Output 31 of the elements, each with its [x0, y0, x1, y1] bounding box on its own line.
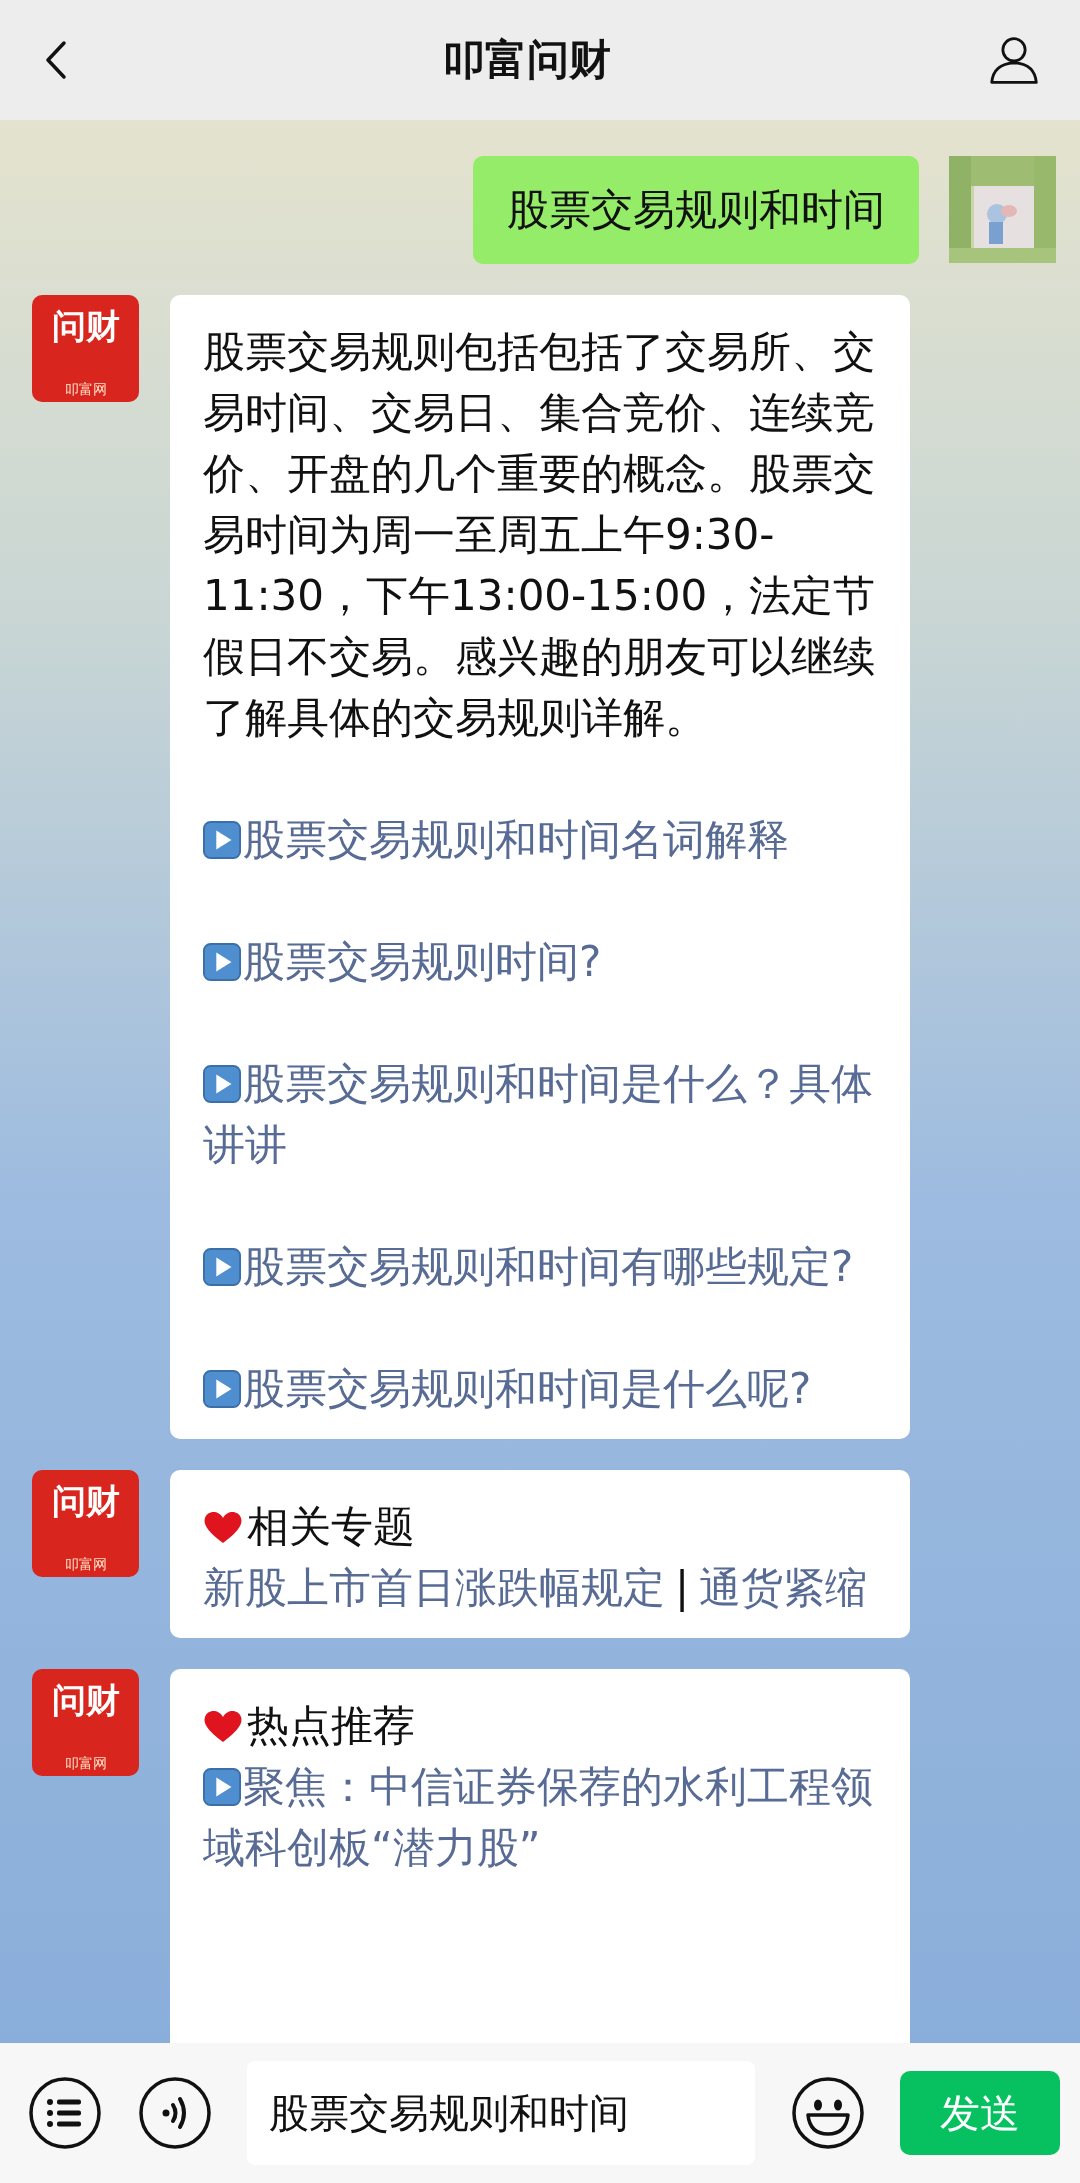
avatar-logo-subtext: 叩富网: [64, 1756, 107, 1770]
section-title: 热点推荐: [247, 1700, 415, 1752]
question-link[interactable]: 股票交易规则和时间是什么？具体讲讲: [203, 1053, 880, 1175]
play-icon: [203, 821, 241, 859]
play-icon: [203, 1768, 241, 1806]
play-icon: [203, 1370, 241, 1408]
avatar-logo-subtext: 叩富网: [64, 1557, 107, 1571]
voice-icon[interactable]: [137, 2076, 212, 2150]
question-link[interactable]: 股票交易规则和时间有哪些规定?: [203, 1236, 880, 1297]
play-icon: [203, 943, 241, 981]
question-link[interactable]: 股票交易规则和时间名词解释: [203, 809, 880, 870]
sent-message: 股票交易规则和时间: [473, 156, 919, 264]
topic-link[interactable]: 新股上市首日涨跌幅规定: [203, 1563, 665, 1612]
menu-icon[interactable]: [28, 2076, 102, 2150]
avatar-logo-text: 问财: [51, 309, 120, 343]
message-input[interactable]: 股票交易规则和时间: [247, 2061, 755, 2165]
chat-title: 叩富问财: [443, 34, 611, 86]
news-link[interactable]: 聚焦：中信证券保荐的水利工程领域科创板“潜力股”: [203, 1756, 880, 1878]
answer-text: 股票交易规则包括包括了交易所、交易时间、交易日、集合竞价、连续竞价、开盘的几个重要的概念。股票交易时间为周一至周五上午9:30-11:30，下午13:00-15:00，法定节假日不交易。感兴趣的朋友可以继续了解具体的交易规则详解。: [203, 326, 877, 744]
separator-text: |: [675, 1563, 690, 1612]
avatar-logo-subtext: 叩富网: [64, 382, 107, 396]
emoji-icon[interactable]: [790, 2076, 865, 2150]
section-title: 相关专题: [247, 1501, 415, 1553]
back-icon[interactable]: [44, 40, 68, 80]
play-icon: [203, 1248, 241, 1286]
avatar-logo-text: 问财: [51, 1683, 120, 1717]
avatar-logo-text: 问财: [51, 1484, 120, 1518]
question-link[interactable]: 股票交易规则时间?: [203, 931, 880, 992]
question-link[interactable]: 股票交易规则和时间是什么呢?: [203, 1358, 880, 1419]
topic-link[interactable]: 通货紧缩: [699, 1563, 868, 1612]
play-icon: [203, 1065, 241, 1103]
